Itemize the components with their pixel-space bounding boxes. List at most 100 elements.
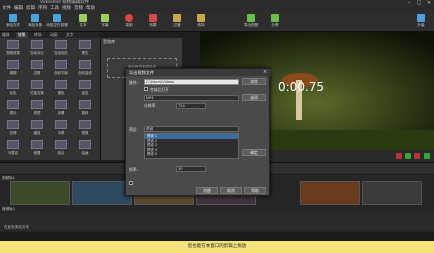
dialog-title: 导出视频文件 (126, 69, 271, 76)
effect-item[interactable]: 彩色 (3, 80, 23, 98)
dialog-checkbox[interactable] (144, 87, 148, 91)
effect-thumbnail-icon (79, 140, 91, 149)
effect-item[interactable]: 黑白 (75, 40, 95, 58)
effect-thumbnail-icon (79, 80, 91, 89)
record-button[interactable]: 录制 (118, 14, 140, 31)
timeline-clip[interactable] (300, 181, 360, 205)
dialog-browse-button[interactable]: 浏览 (242, 78, 266, 85)
fullscreen-button[interactable] (424, 153, 430, 159)
add-object-button[interactable]: 添加对象 (24, 14, 46, 31)
dialog-confirm-checkbox[interactable] (129, 181, 133, 185)
effect-thumbnail-icon (7, 60, 19, 69)
effect-item[interactable]: 红蓝互换 (27, 80, 47, 98)
effect-item[interactable]: 色彩平衡 (51, 60, 71, 78)
text-button[interactable]: 文本 (72, 14, 94, 31)
dialog-help-button[interactable]: 帮助 (244, 187, 266, 194)
dialog-label-resolution: 分辨率 (144, 103, 156, 108)
dialog-preset-item[interactable]: 预设 5 (145, 152, 238, 157)
dialog-preset-button[interactable]: 确定 (242, 149, 266, 156)
dialog-preset-select[interactable]: 预设 (144, 126, 239, 132)
effect-thumbnail-icon (55, 100, 67, 109)
effect-item[interactable]: 模糊 (3, 60, 23, 78)
effect-thumbnail-icon (79, 120, 91, 129)
text-icon (79, 14, 87, 22)
effects-button[interactable]: 效果 (142, 14, 164, 31)
effect-item[interactable]: 视频效果 (3, 40, 23, 58)
effect-label: 模糊 (9, 71, 17, 75)
effect-thumbnail-icon (55, 140, 67, 149)
scene-button[interactable]: 转场 (190, 14, 212, 31)
subtitle-icon (101, 14, 109, 22)
add-object-icon (31, 14, 39, 22)
dialog-cancel-button[interactable]: 取消 (220, 187, 242, 194)
effect-item[interactable]: 浮雕 (51, 100, 71, 118)
effect-item[interactable]: 平移 (51, 120, 71, 138)
export-dialog: 导出视频文件 × 路径: C:\Users\Videos 浏览 完成后打开 MP… (125, 68, 271, 196)
share-button[interactable]: 分享 (264, 14, 286, 31)
effect-label: 色彩曲线 (78, 71, 92, 75)
share-icon (271, 14, 279, 22)
effect-thumbnail-icon (7, 140, 19, 149)
effect-label: 平移 (57, 131, 65, 135)
effect-label: 拉伸 (9, 131, 17, 135)
dialog-fps-select[interactable]: 30 (176, 166, 206, 172)
add-file-button[interactable]: 添加文件 (2, 14, 24, 31)
effect-item[interactable]: 色彩曲线 (75, 60, 95, 78)
record-icon (125, 14, 133, 22)
upgrade-icon (417, 14, 425, 22)
effect-thumbnail-icon (79, 100, 91, 109)
dialog-preset-list[interactable]: 预设 1 预设 2 预设 3 预设 4 预设 5 (144, 133, 239, 159)
mark-out-button[interactable] (414, 153, 420, 159)
effect-item[interactable]: 马赛克 (3, 140, 23, 158)
effect-label: 褪色 (57, 91, 65, 95)
dialog-format-select[interactable]: MP4 (144, 95, 239, 101)
effect-thumbnail-icon (31, 140, 43, 149)
effect-label: 噪点 (57, 151, 65, 155)
dialog-path-input[interactable]: C:\Users\Videos (144, 79, 239, 85)
effect-label: 彩色 (9, 91, 17, 95)
mark-in-button[interactable] (396, 153, 402, 159)
effect-item[interactable]: 噪点 (51, 140, 71, 158)
effect-label: 自动对比 (30, 51, 44, 55)
transition-button[interactable]: 过渡 (166, 14, 188, 31)
effect-label: 旋转 (81, 111, 89, 115)
effect-item[interactable]: 镜像 (75, 120, 95, 138)
dialog-label-preset: 预设: (129, 127, 138, 132)
effect-label: 色彩平衡 (54, 71, 68, 75)
play-button[interactable] (405, 153, 411, 159)
effect-thumbnail-icon (7, 100, 19, 109)
effect-item[interactable]: 自动色阶 (51, 40, 71, 58)
effect-item[interactable]: 褪色 (51, 80, 71, 98)
timeline-clip[interactable] (362, 181, 422, 205)
dialog-create-button[interactable]: 创建 (196, 187, 218, 194)
blank-clip-icon (53, 14, 61, 22)
dialog-options-button[interactable]: 选项 (242, 94, 266, 101)
dialog-close-icon[interactable]: × (260, 69, 270, 76)
effect-label: 红蓝互换 (30, 91, 44, 95)
effect-item[interactable]: 滤镜 (27, 100, 47, 118)
timeline-clip[interactable] (10, 181, 70, 205)
effect-item[interactable]: 遮罩 (27, 140, 47, 158)
text-track-label[interactable]: 在此处添加文本 (4, 224, 29, 230)
effect-item[interactable]: 调光 (3, 100, 23, 118)
timeline-clip[interactable] (72, 181, 132, 205)
effect-item[interactable]: 自动对比 (27, 40, 47, 58)
effect-item[interactable]: 延迟 (75, 80, 95, 98)
effect-item[interactable]: 边框 (27, 60, 47, 78)
add-blank-clip-button[interactable]: 添加空白剪辑 (46, 14, 68, 31)
effect-item[interactable]: 旋转 (75, 100, 95, 118)
add-file-icon (9, 14, 17, 22)
effect-item[interactable]: 绘画 (75, 140, 95, 158)
effect-label: 绘画 (81, 151, 89, 155)
export-video-button[interactable]: 导出视频 (240, 14, 262, 31)
effect-label: 调光 (9, 111, 17, 115)
effect-thumbnail-icon (7, 40, 19, 49)
upgrade-button[interactable]: 升级 (410, 14, 432, 31)
effect-thumbnail-icon (55, 120, 67, 129)
dialog-resolution-select[interactable]: 720 (176, 103, 206, 109)
effect-item[interactable]: 拉伸 (3, 120, 23, 138)
subtitle-button[interactable]: 字幕 (94, 14, 116, 31)
effect-label: 自动色阶 (54, 51, 68, 55)
effect-item[interactable]: 缩放 (27, 120, 47, 138)
library-header: 音效库 (103, 39, 115, 44)
